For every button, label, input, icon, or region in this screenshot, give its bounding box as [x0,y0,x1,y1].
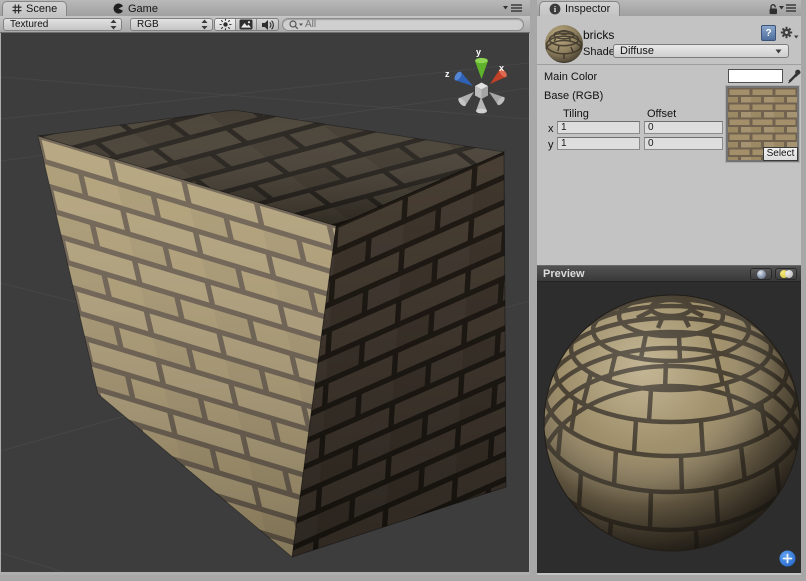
help-book-icon[interactable]: ? [761,25,776,41]
scene-3d-view: y x z [1,33,529,572]
unity-editor-window: Scene Game Textured [0,0,806,581]
preview-mesh-button[interactable] [750,268,772,280]
tiling-row-x-axis: x [548,123,554,135]
shader-value: Diffuse [620,45,775,57]
main-color-label: Main Color [544,71,597,83]
info-icon: i [549,3,561,15]
material-sphere-thumbnail [544,24,584,64]
image-icon [239,19,253,30]
tab-game-label: Game [128,3,158,15]
tiling-header: Tiling [563,108,589,120]
base-texture-thumbnail[interactable]: Select [726,86,799,162]
gear-icon[interactable] [780,26,799,40]
tab-scene-label: Scene [26,3,57,15]
chevron-down-icon [775,49,782,54]
sun-icon [219,18,232,31]
eyedropper-icon[interactable] [787,67,801,84]
brick-cube[interactable] [38,110,506,557]
color-mode-dropdown[interactable]: RGB [130,18,213,31]
updown-arrows-icon [201,19,208,30]
tab-game[interactable]: Game [104,1,167,16]
header-separator [537,64,801,65]
shader-dropdown[interactable]: Diffuse [613,44,789,58]
gizmo-center-cube[interactable] [475,83,488,100]
updown-arrows-icon [110,19,117,30]
preview-title: Preview [543,268,585,280]
offset-header: Offset [647,108,676,120]
tab-scene[interactable]: Scene [2,1,67,16]
tiling-row-y-axis: y [548,139,554,151]
help-glyph: ? [765,28,771,39]
preview-header[interactable]: Preview [537,265,801,282]
plus-icon[interactable] [779,550,796,567]
sphere-icon [757,270,766,279]
orientation-gizmo[interactable]: y x z [445,47,508,113]
inspector-panel: i Inspector [537,0,801,575]
scene-panel: Scene Game Textured [0,0,530,575]
menu-icon [779,3,797,13]
preview-area[interactable] [537,282,801,573]
audio-toggle[interactable] [257,19,278,30]
game-icon [113,3,124,14]
magnifier-icon [289,20,303,30]
render-effects-toggle[interactable] [236,19,257,30]
preview-button-group [750,268,797,280]
scene-tabbar: Scene Game [0,0,530,16]
gizmo-y-cap [475,58,488,63]
offset-y-input[interactable] [644,137,723,150]
gizmo-neg-y-cap [476,109,487,114]
lock-icon[interactable] [768,3,779,15]
search-input[interactable] [305,19,517,30]
draw-mode-label: Textured [10,19,110,30]
tab-inspector-label: Inspector [565,3,610,15]
main-color-swatch[interactable] [728,69,783,83]
base-rgb-label: Base (RGB) [544,90,603,102]
color-mode-label: RGB [137,19,201,30]
select-texture-button[interactable]: Select [763,147,798,161]
two-spheres-icon [780,270,793,278]
preview-lighting-button[interactable] [775,268,797,280]
tab-inspector[interactable]: i Inspector [539,1,620,16]
gizmo-x-label: x [499,63,504,73]
gizmo-y-label: y [476,47,481,57]
scene-toggle-group [214,18,279,31]
scene-viewport[interactable]: y x z [1,33,529,572]
search-box[interactable] [282,18,524,31]
tiling-y-input[interactable] [557,137,640,150]
menu-icon [503,3,523,13]
lighting-toggle[interactable] [215,19,236,30]
inspector-menu-icon[interactable] [779,3,797,13]
scene-toolbar: Textured RGB [0,16,530,33]
material-name: bricks [583,28,614,42]
draw-mode-dropdown[interactable]: Textured [3,18,122,31]
gizmo-y-cone[interactable] [475,61,488,79]
grid-icon [12,4,22,14]
offset-x-input[interactable] [644,121,723,134]
preview-sphere [537,282,801,573]
gizmo-z-label: z [445,69,450,79]
inspector-tabbar: i Inspector [537,0,801,16]
select-label: Select [767,148,795,159]
scene-menu-icon[interactable] [503,3,523,13]
tiling-x-input[interactable] [557,121,640,134]
speaker-icon [261,19,275,31]
